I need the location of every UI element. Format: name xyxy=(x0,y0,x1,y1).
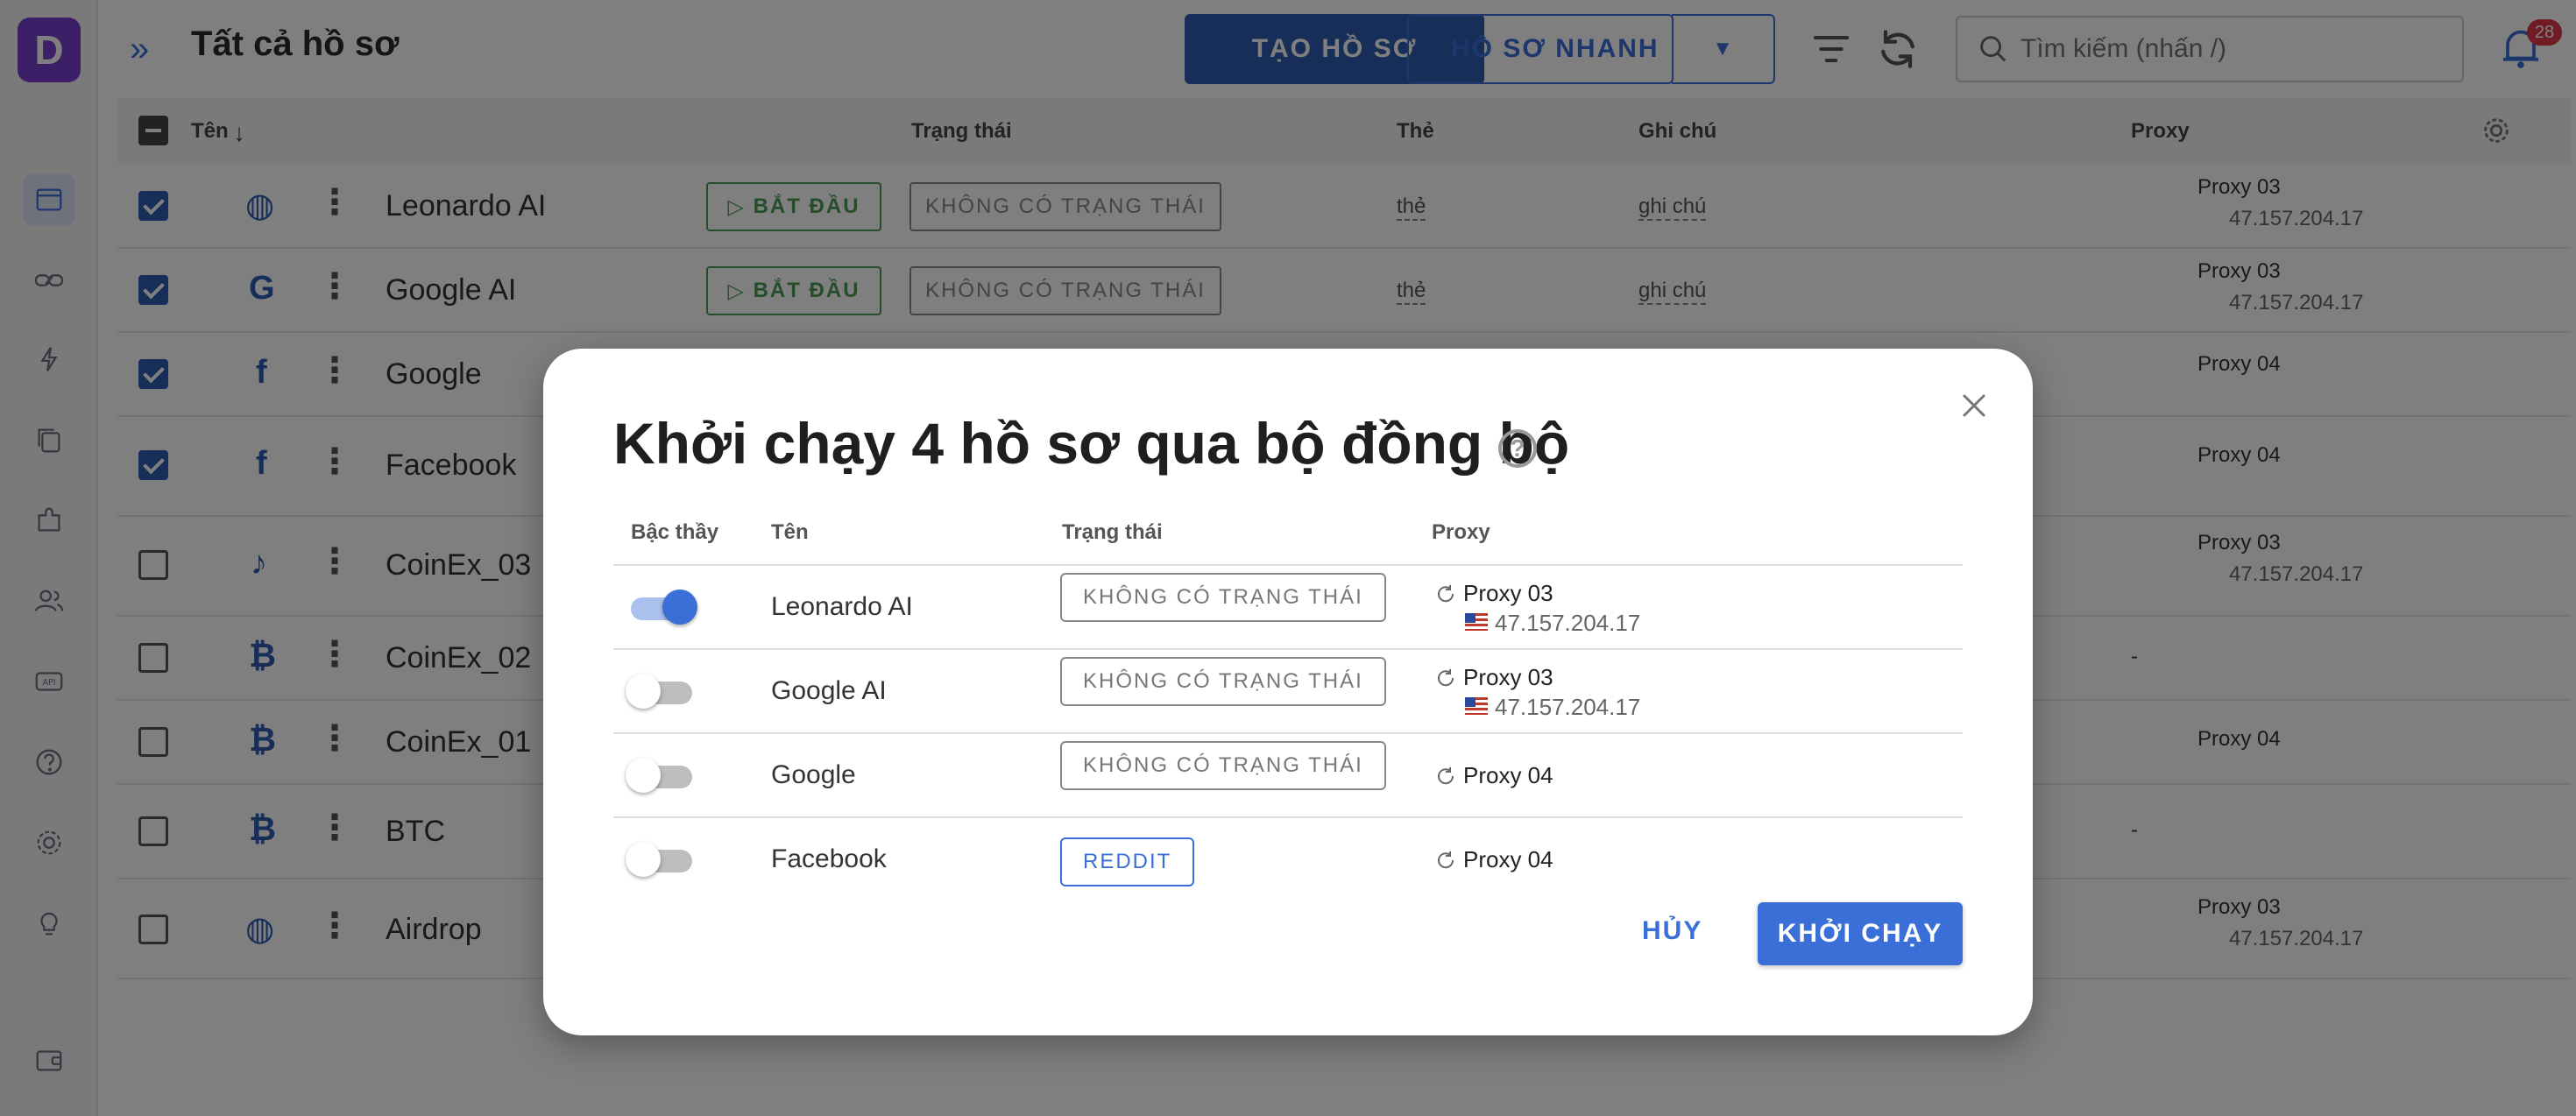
proxy-refresh-icon[interactable] xyxy=(1435,766,1456,787)
column-status: Trạng thái xyxy=(1062,520,1163,544)
dialog-row: Google AI KHÔNG CÓ TRẠNG THÁI Proxy 03 4… xyxy=(613,648,1963,732)
master-toggle[interactable] xyxy=(626,842,692,877)
profile-name: Leonardo AI xyxy=(771,592,913,621)
dialog-row: Google KHÔNG CÓ TRẠNG THÁI Proxy 04 xyxy=(613,732,1963,816)
proxy-name: Proxy 04 xyxy=(1463,846,1553,872)
us-flag-icon xyxy=(1465,697,1488,715)
cancel-button[interactable]: HỦY xyxy=(1642,916,1702,946)
column-master: Bậc thầy xyxy=(631,520,719,544)
dialog-title: Khởi chạy 4 hồ sơ qua bộ đồng bộ xyxy=(613,411,1570,476)
toggle-knob xyxy=(626,842,661,877)
proxy-refresh-icon[interactable] xyxy=(1435,667,1456,689)
master-toggle[interactable] xyxy=(626,758,692,793)
close-icon[interactable] xyxy=(1959,391,1989,420)
profile-name: Facebook xyxy=(771,844,887,873)
proxy-refresh-icon[interactable] xyxy=(1435,850,1456,871)
master-toggle[interactable] xyxy=(626,674,692,709)
proxy-refresh-icon[interactable] xyxy=(1435,583,1456,604)
column-name: Tên xyxy=(771,520,809,544)
status-chip[interactable]: KHÔNG CÓ TRẠNG THÁI xyxy=(1060,573,1386,622)
launch-button[interactable]: KHỞI CHẠY xyxy=(1758,902,1963,965)
dialog-row: Leonardo AI KHÔNG CÓ TRẠNG THÁI Proxy 03… xyxy=(613,564,1963,648)
profile-name: Google AI xyxy=(771,676,887,705)
dialog-row: Facebook REDDIT Proxy 04 xyxy=(613,816,1963,901)
status-chip[interactable]: KHÔNG CÓ TRẠNG THÁI xyxy=(1060,741,1386,790)
proxy-name: Proxy 03 xyxy=(1463,580,1553,606)
toggle-knob xyxy=(662,590,697,625)
us-flag-icon xyxy=(1465,613,1488,631)
proxy-ip: 47.157.204.17 xyxy=(1495,694,1641,720)
proxy-name: Proxy 04 xyxy=(1463,762,1553,788)
toggle-knob xyxy=(626,758,661,793)
proxy-name: Proxy 03 xyxy=(1463,664,1553,690)
column-proxy: Proxy xyxy=(1432,520,1490,544)
toggle-knob xyxy=(626,674,661,709)
master-toggle[interactable] xyxy=(631,590,697,625)
proxy-ip: 47.157.204.17 xyxy=(1495,610,1641,636)
profile-name: Google xyxy=(771,760,856,789)
help-icon[interactable]: ? xyxy=(1498,429,1537,468)
status-chip[interactable]: REDDIT xyxy=(1060,837,1195,886)
sync-launch-dialog: Khởi chạy 4 hồ sơ qua bộ đồng bộ ? Bậc t… xyxy=(543,349,2033,1035)
status-chip[interactable]: KHÔNG CÓ TRẠNG THÁI xyxy=(1060,657,1386,706)
